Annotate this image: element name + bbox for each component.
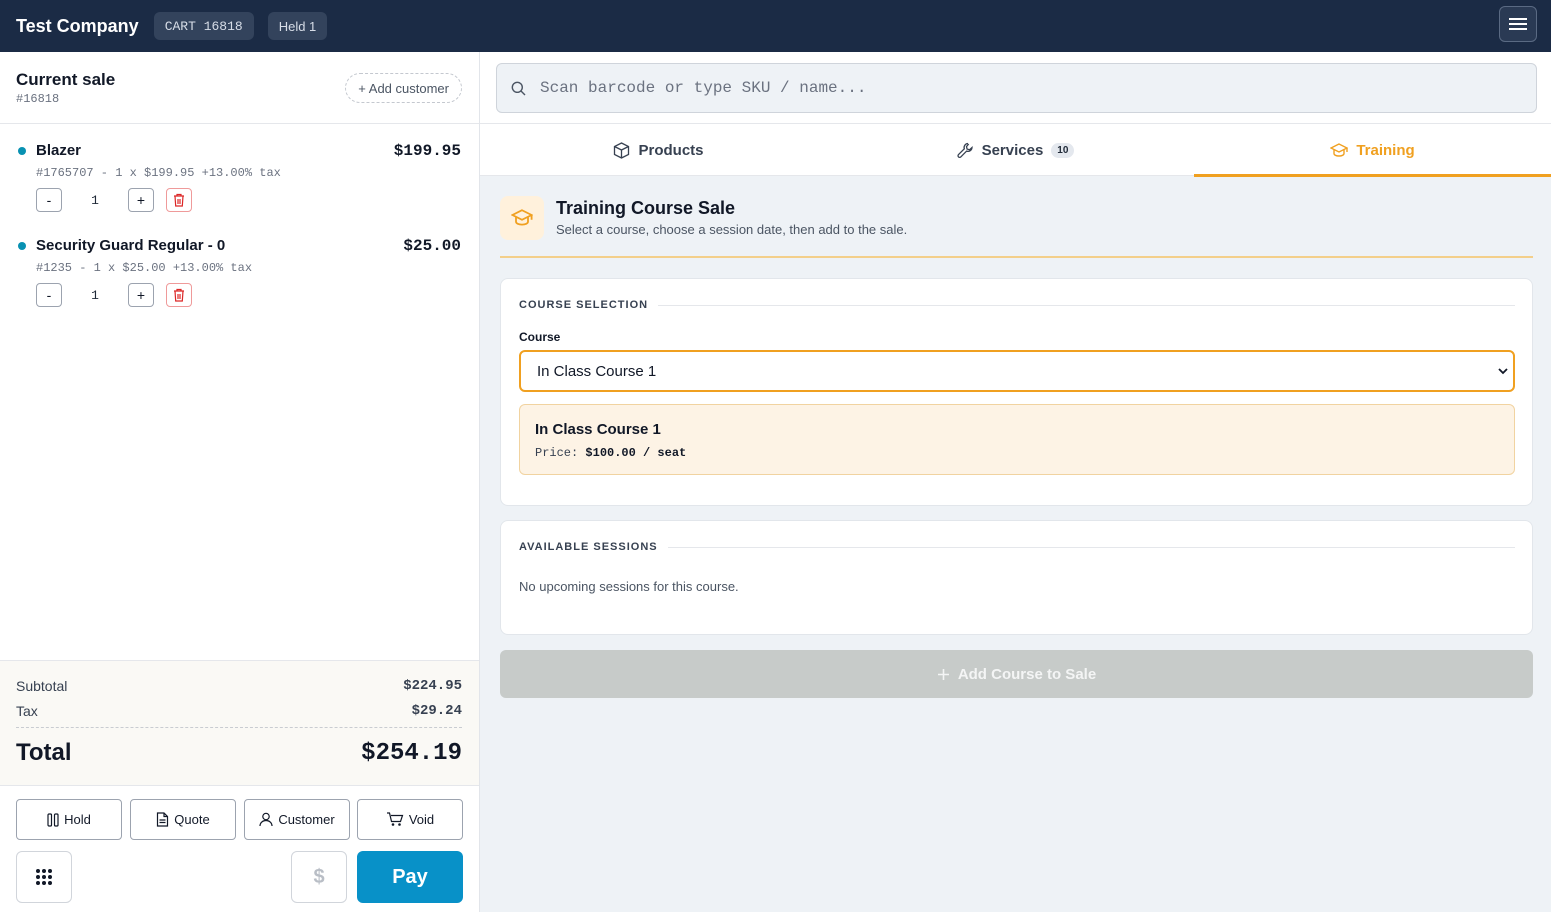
customer-button[interactable]: Customer	[244, 799, 350, 840]
item-price: $199.95	[393, 142, 461, 160]
graduation-cap-icon	[511, 209, 533, 226]
tab-training[interactable]: Training	[1194, 124, 1551, 177]
item-price: $25.00	[403, 237, 461, 255]
customer-label: Customer	[278, 812, 335, 827]
trash-icon	[174, 193, 184, 207]
pay-button[interactable]: Pay	[357, 851, 463, 903]
add-course-button[interactable]: Add Course to Sale	[500, 650, 1533, 698]
search-input[interactable]: Scan barcode or type SKU / name...	[496, 63, 1537, 113]
quote-label: Quote	[174, 812, 210, 827]
course-selection-card: COURSE SELECTION Course In Class Course …	[500, 278, 1533, 506]
keypad-icon	[36, 869, 52, 885]
training-subtitle: Select a course, choose a session date, …	[556, 222, 908, 237]
item-meta: #1765707 - 1 x $199.95 +13.00% tax	[36, 166, 281, 180]
training-title: Training Course Sale	[556, 198, 736, 218]
subtotal-row: Subtotal $224.95	[16, 678, 462, 694]
search-placeholder: Scan barcode or type SKU / name...	[540, 79, 867, 97]
catalog-tabs: Products Services 10 Training	[480, 124, 1551, 177]
training-badge	[500, 196, 544, 240]
price-value: $100.00 / seat	[585, 446, 687, 460]
user-icon	[259, 812, 273, 827]
subtotal-label: Subtotal	[16, 678, 68, 694]
document-icon	[157, 812, 169, 827]
add-customer-button[interactable]: + Add customer	[345, 73, 462, 103]
tab-services[interactable]: Services 10	[837, 124, 1194, 176]
total-label: Total	[16, 739, 72, 766]
hold-label: Hold	[64, 812, 91, 827]
top-bar: Test Company CART 16818 Held 1	[0, 0, 1551, 52]
hold-button[interactable]: Hold	[16, 799, 122, 840]
company-name: Test Company	[16, 15, 139, 36]
chevron-down-icon	[1498, 368, 1508, 375]
sale-header: Current sale #16818 + Add customer	[0, 52, 479, 124]
box-icon	[614, 141, 630, 159]
menu-button[interactable]	[1499, 6, 1537, 42]
tab-products-label: Products	[638, 141, 704, 159]
sale-id: #16818	[16, 92, 60, 106]
course-selection-heading: COURSE SELECTION	[519, 299, 659, 311]
course-select-value: In Class Course 1	[537, 362, 657, 380]
subtotal-value: $224.95	[403, 678, 462, 694]
price-label: Price:	[535, 446, 579, 460]
wrench-icon	[956, 142, 973, 158]
search-icon	[511, 81, 526, 95]
catalog-panel: Scan barcode or type SKU / name... Produ…	[480, 52, 1551, 912]
pause-icon	[47, 812, 59, 827]
sale-title: Current sale	[16, 70, 116, 89]
plus-icon	[937, 668, 949, 680]
item-name: Security Guard Regular - 0	[36, 237, 226, 254]
decrease-qty-button[interactable]: -	[36, 188, 62, 212]
search-bar: Scan barcode or type SKU / name...	[480, 52, 1551, 124]
hamburger-icon	[1509, 18, 1527, 30]
void-label: Void	[408, 812, 435, 827]
remove-item-button[interactable]	[166, 188, 192, 212]
keypad-button[interactable]	[16, 851, 72, 903]
cart-icon	[386, 812, 404, 826]
tax-label: Tax	[16, 703, 38, 719]
graduation-cap-icon	[1330, 142, 1349, 157]
item-status-dot	[18, 147, 26, 155]
quote-button[interactable]: Quote	[130, 799, 236, 840]
course-info-price: Price: $100.00 / seat	[535, 446, 686, 460]
cart-chip[interactable]: CART 16818	[153, 12, 254, 40]
cash-button[interactable]: $	[291, 851, 347, 903]
sessions-card: AVAILABLE SESSIONS No upcoming sessions …	[500, 520, 1533, 635]
cart-item: Blazer $199.95 #1765707 - 1 x $199.95 +1…	[0, 124, 479, 214]
services-count-badge: 10	[1051, 142, 1075, 158]
qty-value[interactable]: 1	[62, 188, 128, 212]
tax-value: $29.24	[411, 703, 462, 719]
course-info-name: In Class Course 1	[535, 421, 661, 438]
course-label: Course	[519, 330, 561, 344]
section-divider	[519, 547, 1515, 548]
course-select[interactable]: In Class Course 1	[519, 350, 1515, 392]
cart-item: Security Guard Regular - 0 $25.00 #1235 …	[0, 219, 479, 309]
item-name: Blazer	[36, 142, 82, 159]
item-meta: #1235 - 1 x $25.00 +13.00% tax	[36, 261, 253, 275]
available-sessions-heading: AVAILABLE SESSIONS	[519, 541, 668, 553]
no-sessions-message: No upcoming sessions for this course.	[519, 579, 739, 594]
void-button[interactable]: Void	[357, 799, 463, 840]
increase-qty-button[interactable]: +	[128, 188, 154, 212]
tax-row: Tax $29.24	[16, 703, 462, 719]
total-row: Total $254.19	[16, 739, 462, 767]
remove-item-button[interactable]	[166, 283, 192, 307]
qty-value[interactable]: 1	[62, 283, 128, 307]
add-course-label: Add Course to Sale	[957, 665, 1097, 683]
tab-services-label: Services	[981, 141, 1044, 159]
increase-qty-button[interactable]: +	[128, 283, 154, 307]
totals-panel: Subtotal $224.95 Tax $29.24 Total $254.1…	[0, 660, 479, 786]
course-info-box: In Class Course 1 Price: $100.00 / seat	[519, 404, 1515, 475]
held-chip[interactable]: Held 1	[267, 12, 328, 40]
totals-divider	[16, 727, 462, 728]
tab-products[interactable]: Products	[480, 124, 837, 176]
sale-panel: Current sale #16818 + Add customer Blaze…	[0, 52, 480, 912]
total-value: $254.19	[361, 739, 462, 767]
item-status-dot	[18, 242, 26, 250]
section-divider	[519, 305, 1515, 306]
tab-training-label: Training	[1356, 141, 1415, 159]
training-header: Training Course Sale Select a course, ch…	[500, 196, 1533, 258]
held-chip-label: Held 1	[278, 18, 317, 34]
decrease-qty-button[interactable]: -	[36, 283, 62, 307]
trash-icon	[174, 288, 184, 302]
